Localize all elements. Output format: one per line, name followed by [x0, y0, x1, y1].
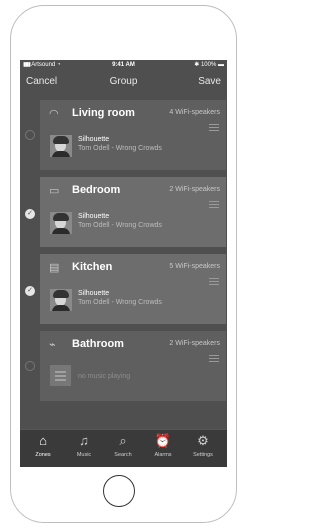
speaker-count: 2 WiFi-speakers [169, 186, 220, 193]
speaker-count: 5 WiFi-speakers [169, 263, 220, 270]
speaker-count: 4 WiFi-speakers [169, 109, 220, 116]
battery-percent: 100% [200, 62, 217, 68]
selection-radio[interactable] [25, 361, 35, 371]
zone-name: Bathroom [72, 338, 124, 350]
tab-label: Alarms [154, 452, 172, 458]
track-title: Silhouette [78, 290, 110, 297]
tab-bar: ⌂ Zones ♫ Music ⌕ Search ⏰ Alarms ⚙ Sett… [20, 429, 227, 467]
zone-card-living-room[interactable]: ◠ Living room 4 WiFi-speakers Silhouette… [40, 100, 226, 170]
album-art [50, 135, 72, 157]
zone-card-bathroom[interactable]: ⌁ Bathroom 2 WiFi-speakers no music play… [40, 331, 226, 401]
album-art [50, 289, 72, 311]
tab-label: Settings [193, 452, 213, 458]
track-title: Silhouette [78, 213, 110, 220]
tab-settings[interactable]: ⚙ Settings [185, 430, 221, 467]
selection-radio[interactable] [25, 130, 35, 140]
tab-label: Music [76, 452, 92, 458]
save-button[interactable]: Save [198, 76, 221, 87]
track-artist: Tom Odell - Wrong Crowds [78, 299, 162, 306]
drag-handle-icon[interactable] [209, 124, 219, 131]
playback-status: no music playing [78, 373, 131, 380]
tab-music[interactable]: ♫ Music [66, 430, 102, 467]
home-button[interactable] [103, 475, 135, 507]
zone-card-kitchen[interactable]: ▤ Kitchen 5 WiFi-speakers Silhouette Tom… [40, 254, 226, 324]
headphones-icon: ◠ [49, 108, 59, 120]
bed-icon: ▭ [49, 185, 60, 197]
home-icon: ⌂ [39, 433, 47, 448]
selection-checkmark-icon[interactable]: ✓ [25, 209, 35, 219]
tab-search[interactable]: ⌕ Search [105, 430, 141, 467]
tab-zones[interactable]: ⌂ Zones [25, 430, 61, 467]
drag-handle-icon[interactable] [209, 201, 219, 208]
zone-name: Kitchen [72, 261, 113, 273]
music-note-icon: ♫ [79, 433, 89, 448]
empty-music-icon [50, 365, 71, 386]
tab-label: Search [114, 452, 132, 458]
track-artist: Tom Odell - Wrong Crowds [78, 145, 162, 152]
zone-name: Bedroom [72, 184, 121, 196]
status-bar: ▮▮▮ Artsound ◔ 9:41 AM ✱ 100% ▬ [20, 60, 227, 70]
drag-handle-icon[interactable] [209, 355, 219, 362]
page-title: Group [109, 76, 138, 87]
drag-handle-icon[interactable] [209, 278, 219, 285]
tab-label: Zones [35, 452, 51, 458]
zone-name: Living room [72, 107, 135, 119]
search-icon: ⌕ [119, 433, 127, 448]
app-screen: ▮▮▮ Artsound ◔ 9:41 AM ✱ 100% ▬ Cancel G… [20, 60, 227, 467]
gear-icon: ⚙ [197, 433, 209, 448]
navigation-bar: Cancel Group Save [20, 76, 227, 94]
selection-checkmark-icon[interactable]: ✓ [25, 286, 35, 296]
bluetooth-icon: ✱ [194, 62, 200, 68]
oven-icon: ▤ [49, 262, 60, 274]
alarm-clock-icon: ⏰ [154, 433, 172, 448]
battery-icon: ▬ [218, 62, 224, 68]
speaker-count: 2 WiFi-speakers [169, 340, 220, 347]
battery-status: ✱ 100% ▬ [194, 60, 224, 70]
album-art [50, 212, 72, 234]
track-title: Silhouette [78, 136, 110, 143]
tab-alarms[interactable]: ⏰ Alarms [145, 430, 181, 467]
shower-icon: ⌁ [49, 339, 56, 351]
track-artist: Tom Odell - Wrong Crowds [78, 222, 162, 229]
zone-card-bedroom[interactable]: ▭ Bedroom 2 WiFi-speakers Silhouette Tom… [40, 177, 226, 247]
